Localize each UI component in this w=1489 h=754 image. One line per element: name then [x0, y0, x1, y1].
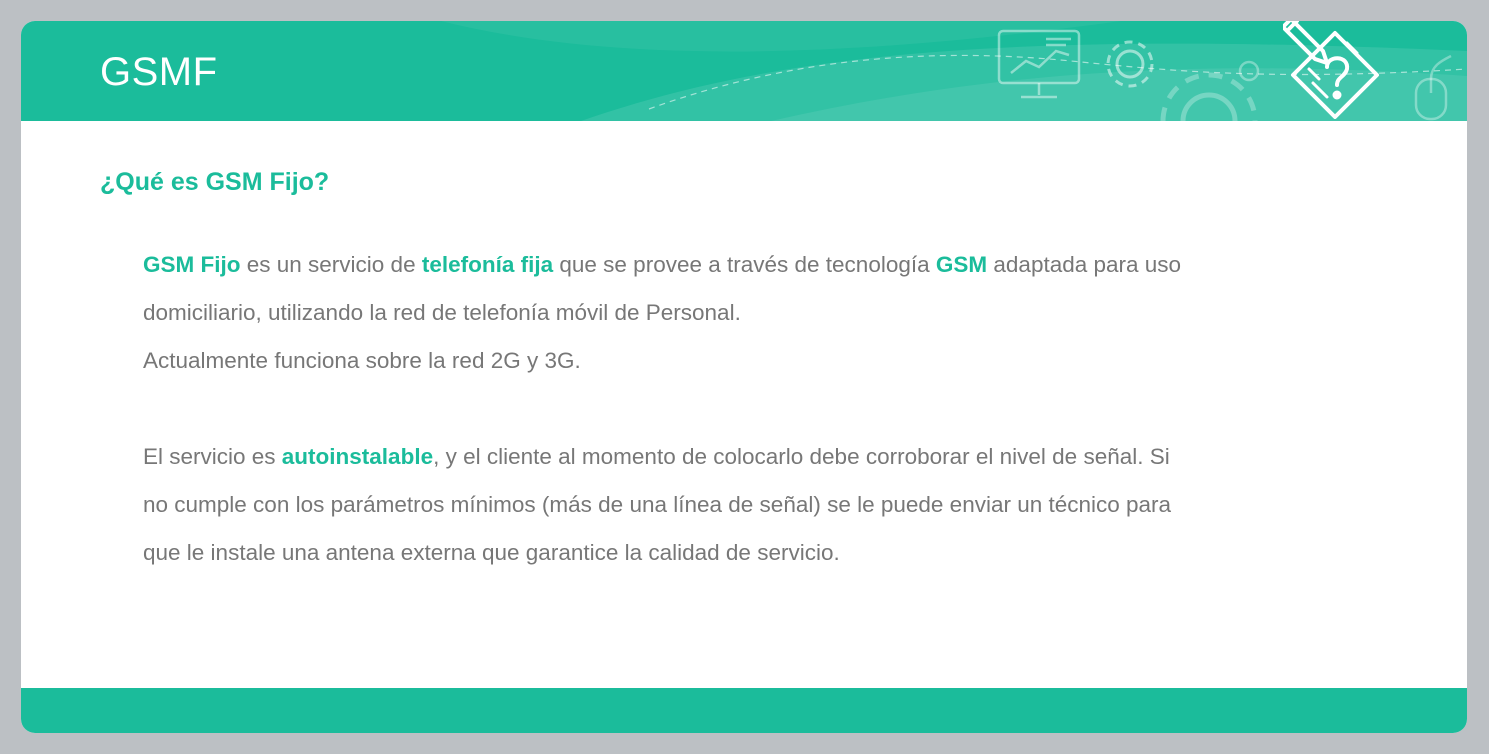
highlight-gsm: GSM [935, 252, 988, 277]
text-segment: El servicio es [143, 444, 282, 469]
paragraph-1-line-2: domiciliario, utilizando la red de telef… [143, 300, 741, 325]
paragraph-2-line-2: no cumple con los parámetros mínimos (má… [143, 492, 1172, 517]
header-banner: GSMF [21, 21, 1467, 121]
highlight-autoinstalable: autoinstalable [281, 444, 434, 469]
paragraph-2-line-3: que le instale una antena externa que ga… [143, 540, 840, 565]
slide: GSMF ¿Qué es GSM Fijo? GSM Fijo es un se… [21, 21, 1467, 733]
text-segment: adaptada para uso [987, 252, 1182, 277]
text-segment: , y el cliente al momento de colocarlo d… [433, 444, 1170, 469]
pencil-question-diamond-icon [1283, 21, 1379, 119]
text-segment: es un servicio de [240, 252, 422, 277]
section-title: ¿Qué es GSM Fijo? [100, 168, 330, 196]
body-text: GSM Fijo es un servicio de telefonía fij… [143, 241, 1283, 577]
footer-bar [21, 688, 1467, 733]
highlight-gsm-fijo: GSM Fijo [143, 252, 241, 277]
text-segment: que se provee a través de tecnología [553, 252, 936, 277]
paragraph-1-line-1: GSM Fijo es un servicio de telefonía fij… [143, 241, 1283, 289]
header-decoration [441, 21, 1467, 121]
highlight-telefonia-fija: telefonía fija [421, 252, 554, 277]
page-title: GSMF [100, 50, 218, 94]
paragraph-2-line-1: El servicio es autoinstalable, y el clie… [143, 433, 1283, 481]
paragraph-1-line-3: Actualmente funciona sobre la red 2G y 3… [143, 348, 581, 373]
